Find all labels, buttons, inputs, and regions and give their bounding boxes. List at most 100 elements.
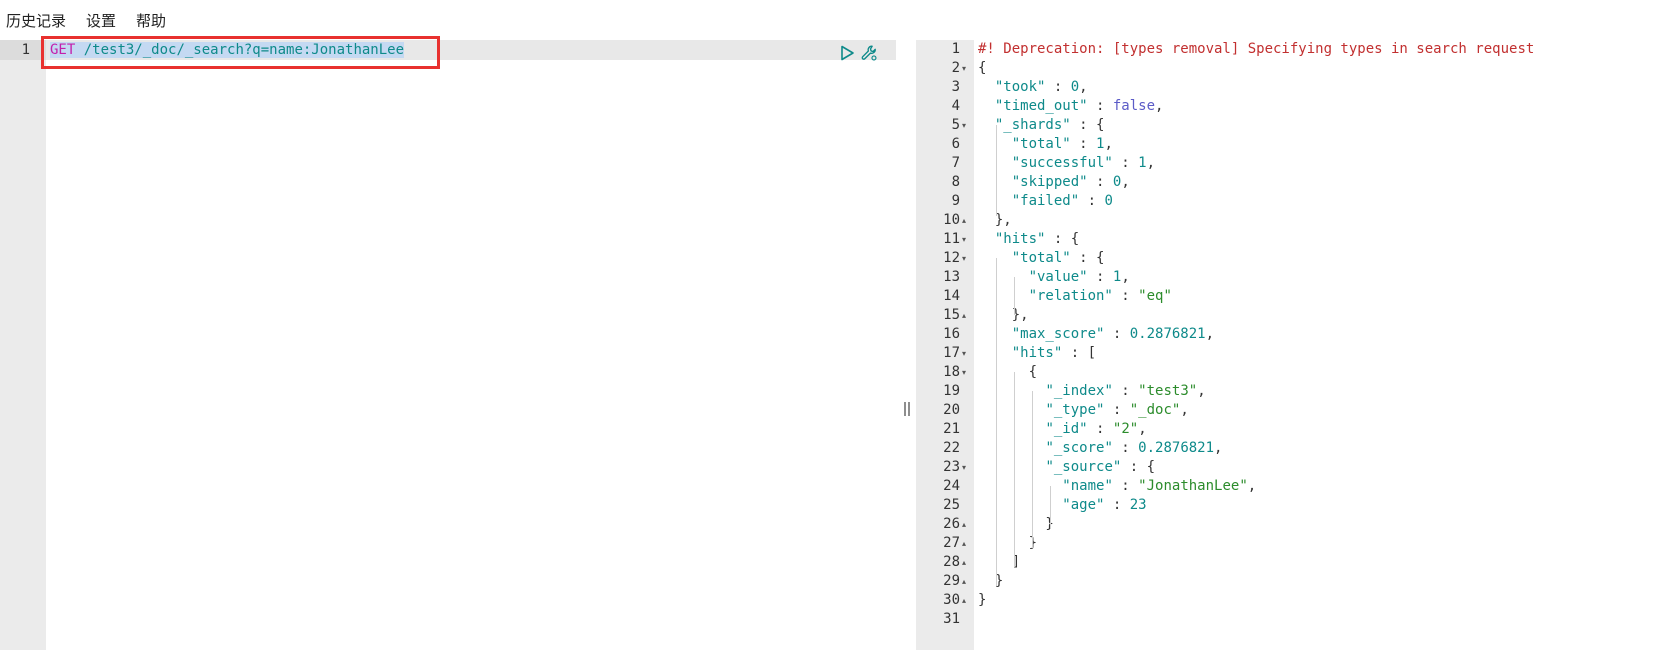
fold-expand-icon[interactable]: ▴ (962, 211, 966, 230)
response-code: #! Deprecation: [types removal] Specifyi… (978, 41, 1535, 57)
response-line-number: 19 (943, 383, 960, 399)
response-code: "_id" : "2", (1045, 421, 1147, 437)
response-code: "relation" : "eq" (1028, 288, 1172, 304)
response-line-number: 23 (943, 459, 960, 475)
fold-collapse-icon[interactable]: ▾ (962, 458, 966, 477)
response-code: "_source" : { (1045, 459, 1156, 475)
response-line: 4 "timed_out" : false, (916, 97, 1663, 116)
response-line: 16 "max_score" : 0.2876821, (916, 325, 1663, 344)
response-viewer[interactable]: 1 #! Deprecation: [types removal] Specify… (916, 40, 1663, 650)
response-line-number: 25 (943, 497, 960, 513)
wrench-icon[interactable] (860, 44, 878, 62)
response-line-number: 24 (943, 478, 960, 494)
fold-expand-icon[interactable]: ▴ (962, 306, 966, 325)
fold-expand-icon[interactable]: ▴ (962, 572, 966, 591)
indent-guide (1014, 277, 1015, 315)
response-line: 13 "value" : 1, (916, 268, 1663, 287)
response-line-number: 2 (951, 60, 960, 76)
response-line-number: 10 (943, 212, 960, 228)
response-code: } (978, 535, 1038, 551)
play-icon[interactable] (838, 44, 856, 62)
response-line-number: 6 (951, 136, 960, 152)
indent-guide (1032, 391, 1033, 548)
response-line-number: 29 (943, 573, 960, 589)
request-editor[interactable]: 1 (0, 40, 896, 650)
response-line-number: 13 (943, 269, 960, 285)
response-line: 6 "total" : 1, (916, 135, 1663, 154)
response-code: { (978, 364, 1038, 380)
menu-help[interactable]: 帮助 (130, 10, 166, 31)
fold-expand-icon[interactable]: ▴ (962, 591, 966, 610)
response-line-number: 9 (951, 193, 960, 209)
response-code: }, (978, 307, 1029, 323)
response-line: 23 ▾ "_source" : { (916, 458, 1663, 477)
response-line: 29 ▴ } (916, 572, 1663, 591)
response-line: 26 ▴ } (916, 515, 1663, 534)
response-code: "total" : 1, (1011, 136, 1113, 152)
response-code: "took" : 0, (994, 79, 1088, 95)
response-line: 20 "_type" : "_doc", (916, 401, 1663, 420)
fold-collapse-icon[interactable]: ▾ (962, 59, 966, 78)
response-line: 27 ▴ } (916, 534, 1663, 553)
response-code: } (978, 573, 1004, 589)
response-line-number: 15 (943, 307, 960, 323)
response-line: 1 #! Deprecation: [types removal] Specify… (916, 40, 1663, 59)
response-line-number: 12 (943, 250, 960, 266)
response-line: 25 "age" : 23 (916, 496, 1663, 515)
highlight-box (41, 36, 440, 69)
response-line-number: 22 (943, 440, 960, 456)
response-line: 14 "relation" : "eq" (916, 287, 1663, 306)
menu-history[interactable]: 历史记录 (0, 10, 66, 31)
response-line-number: 30 (943, 592, 960, 608)
response-code: "max_score" : 0.2876821, (1011, 326, 1215, 342)
response-line: 28 ▴ ] (916, 553, 1663, 572)
menu-settings[interactable]: 设置 (80, 10, 116, 31)
response-code: "timed_out" : false, (994, 98, 1164, 114)
response-code: "hits" : { (994, 231, 1080, 247)
response-code: "value" : 1, (1028, 269, 1130, 285)
response-code: "name" : "JonathanLee", (1062, 478, 1257, 494)
response-line-number: 8 (951, 174, 960, 190)
fold-collapse-icon[interactable]: ▾ (962, 363, 966, 382)
response-code: "_index" : "test3", (1045, 383, 1206, 399)
response-code: "_type" : "_doc", (1045, 402, 1189, 418)
fold-collapse-icon[interactable]: ▾ (962, 230, 966, 249)
response-line: 11 ▾ "hits" : { (916, 230, 1663, 249)
response-code: "successful" : 1, (1011, 155, 1156, 171)
response-line-number: 31 (943, 611, 960, 627)
response-line: 15 ▴ }, (916, 306, 1663, 325)
response-code: "skipped" : 0, (1011, 174, 1130, 190)
fold-collapse-icon[interactable]: ▾ (962, 249, 966, 268)
fold-collapse-icon[interactable]: ▾ (962, 344, 966, 363)
indent-guide (1050, 486, 1051, 529)
resize-handle[interactable] (904, 401, 910, 417)
response-code: "failed" : 0 (1011, 193, 1113, 209)
response-line-number: 3 (951, 79, 960, 95)
response-line-number: 17 (943, 345, 960, 361)
indent-guide (996, 258, 997, 586)
response-code: }, (978, 212, 1012, 228)
response-line-number: 1 (951, 41, 960, 57)
fold-expand-icon[interactable]: ▴ (962, 515, 966, 534)
response-line-number: 26 (943, 516, 960, 532)
response-line: 24 "name" : "JonathanLee", (916, 477, 1663, 496)
response-line: 10 ▴ }, (916, 211, 1663, 230)
response-line: 3 "took" : 0, (916, 78, 1663, 97)
response-code: } (978, 516, 1054, 532)
fold-expand-icon[interactable]: ▴ (962, 553, 966, 572)
response-line-number: 28 (943, 554, 960, 570)
response-line-number: 27 (943, 535, 960, 551)
response-line-number: 11 (943, 231, 960, 247)
response-line: 30 ▴} (916, 591, 1663, 610)
response-line-number: 5 (951, 117, 960, 133)
request-text-area[interactable] (46, 40, 896, 650)
response-line: 21 "_id" : "2", (916, 420, 1663, 439)
response-code: "age" : 23 (1062, 497, 1147, 513)
pane-divider (896, 40, 916, 650)
request-line-number: 1 (21, 42, 30, 58)
response-code: } (978, 592, 987, 608)
request-gutter: 1 (0, 40, 46, 650)
response-line: 18 ▾ { (916, 363, 1663, 382)
fold-expand-icon[interactable]: ▴ (962, 534, 966, 553)
fold-collapse-icon[interactable]: ▾ (962, 116, 966, 135)
